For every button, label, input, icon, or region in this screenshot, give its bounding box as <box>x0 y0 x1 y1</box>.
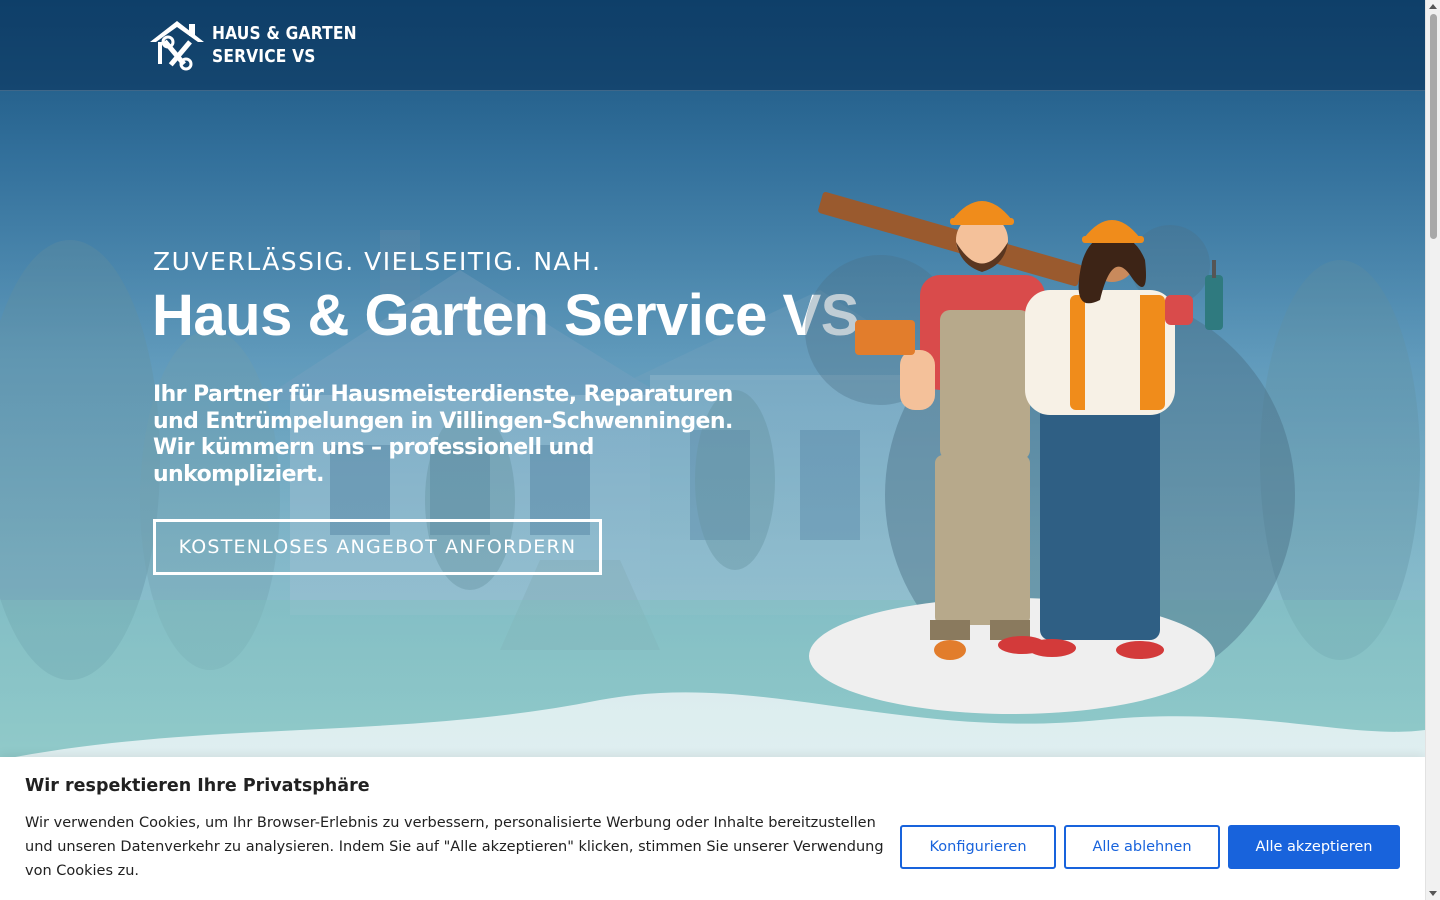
request-quote-button[interactable]: KOSTENLOSES ANGEBOT ANFORDERN <box>153 519 602 575</box>
site-header: HAUS & GARTEN SERVICE VS <box>0 0 1425 91</box>
logo-line-2: SERVICE VS <box>212 46 316 67</box>
house-tools-icon <box>150 21 204 71</box>
page-scrollbar[interactable] <box>1425 0 1440 900</box>
site-logo[interactable]: HAUS & GARTEN SERVICE VS <box>148 18 380 72</box>
cookie-banner-text: Wir verwenden Cookies, um Ihr Browser-Er… <box>25 815 884 879</box>
workers-illustration <box>805 191 1295 714</box>
hero-tagline: ZUVERLÄSSIG. VIELSEITIG. NAH. <box>153 247 602 276</box>
scroll-up-arrow-icon[interactable] <box>1429 4 1437 9</box>
logo-line-1: HAUS & GARTEN <box>212 23 357 44</box>
reject-all-cookies-button[interactable]: Alle ablehnen <box>1064 825 1220 869</box>
cookie-banner-title: Wir respektieren Ihre Privatsphäre <box>25 776 370 796</box>
configure-cookies-button[interactable]: Konfigurieren <box>900 825 1056 869</box>
hero-description: Ihr Partner für Hausmeisterdienste, Repa… <box>153 382 733 487</box>
scroll-down-arrow-icon[interactable] <box>1429 891 1437 896</box>
accept-all-cookies-button[interactable]: Alle akzeptieren <box>1228 825 1400 869</box>
cookie-consent-banner: Wir respektieren Ihre Privatsphäre Wir v… <box>0 757 1425 900</box>
scrollbar-thumb[interactable] <box>1430 14 1437 239</box>
hero-title: Haus & Garten Service VS <box>152 283 859 348</box>
logo-wordmark: HAUS & GARTEN SERVICE VS <box>212 22 357 68</box>
